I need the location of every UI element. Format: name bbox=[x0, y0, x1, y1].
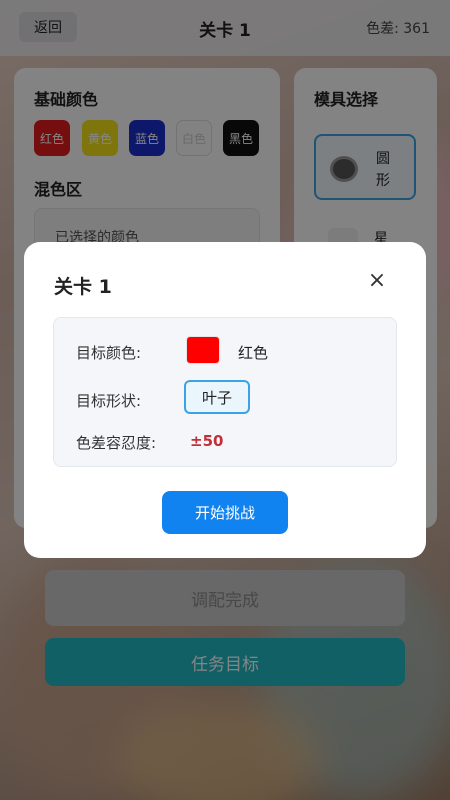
close-icon[interactable]: × bbox=[366, 270, 388, 292]
target-shape-chip: 叶子 bbox=[184, 380, 250, 414]
dialog-title: 关卡 1 bbox=[54, 276, 112, 298]
target-color-name: 红色 bbox=[238, 344, 269, 362]
target-shape-label: 目标形状: bbox=[76, 392, 142, 410]
target-info-box: 目标颜色: 红色 目标形状: 叶子 色差容忍度: ±50 bbox=[53, 317, 397, 467]
level-intro-dialog: 关卡 1 × 目标颜色: 红色 目标形状: 叶子 色差容忍度: ±50 开始挑战 bbox=[24, 242, 426, 558]
target-color-chip bbox=[186, 336, 220, 364]
target-color-label: 目标颜色: bbox=[76, 344, 142, 362]
start-challenge-button[interactable]: 开始挑战 bbox=[162, 491, 288, 534]
tolerance-value: ±50 bbox=[190, 432, 224, 450]
tolerance-label: 色差容忍度: bbox=[76, 434, 157, 452]
